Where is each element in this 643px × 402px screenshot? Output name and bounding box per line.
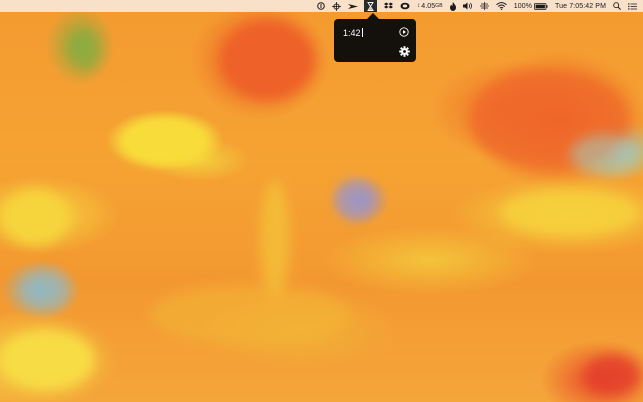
timer-duration-input[interactable]: 1:42 [343,27,388,39]
wallpaper-paint-stroke [585,355,640,395]
battery-status[interactable]: 100% [514,0,548,12]
notification-center-icon[interactable] [628,0,637,12]
onepassword-icon[interactable] [317,0,325,12]
volume-icon[interactable] [462,0,473,12]
wallpaper-paint-stroke [20,270,70,310]
wallpaper-paint-stroke [260,180,290,300]
wallpaper-paint-stroke [120,120,210,165]
wallpaper-paint-stroke [220,20,315,100]
wallpaper-paint-stroke [570,135,640,175]
battery-percent: 100% [513,2,533,10]
memory-value: 4.05 [421,2,436,10]
desktop-wallpaper [0,0,643,402]
wallpaper-paint-stroke [0,330,95,390]
battery-icon [534,2,548,10]
memory-unit: GB [435,3,443,9]
wallpaper-paint-stroke [70,30,100,70]
network-icon[interactable] [479,0,489,12]
gear-icon [399,46,410,57]
cloud-icon[interactable] [400,0,410,12]
dropbox-icon[interactable] [384,0,394,12]
crosshair-icon[interactable] [332,0,342,12]
wallpaper-paint-stroke [0,190,70,245]
timer-duration-value: 1:42 [343,28,361,38]
memory-readout[interactable]: ↕ 4.05 GB [417,0,443,12]
text-caret [361,28,363,37]
hourglass-timer-icon[interactable] [364,0,378,12]
start-timer-button[interactable] [399,27,409,37]
play-circle-icon [399,27,409,37]
menubar-clock[interactable]: Tue 7:05:42 PM [555,0,606,12]
wifi-icon[interactable] [495,0,507,12]
flame-icon[interactable] [449,0,456,12]
vpn-wedge-icon[interactable] [348,0,359,12]
wallpaper-paint-stroke [335,180,375,220]
wallpaper-paint-stroke [150,285,350,345]
timer-settings-button[interactable] [399,46,410,57]
menu-bar: ↕ 4.05 GB 100% Tue 7:05:42 PM [0,0,643,12]
wallpaper-paint-stroke [500,190,640,235]
search-icon[interactable] [613,0,621,12]
